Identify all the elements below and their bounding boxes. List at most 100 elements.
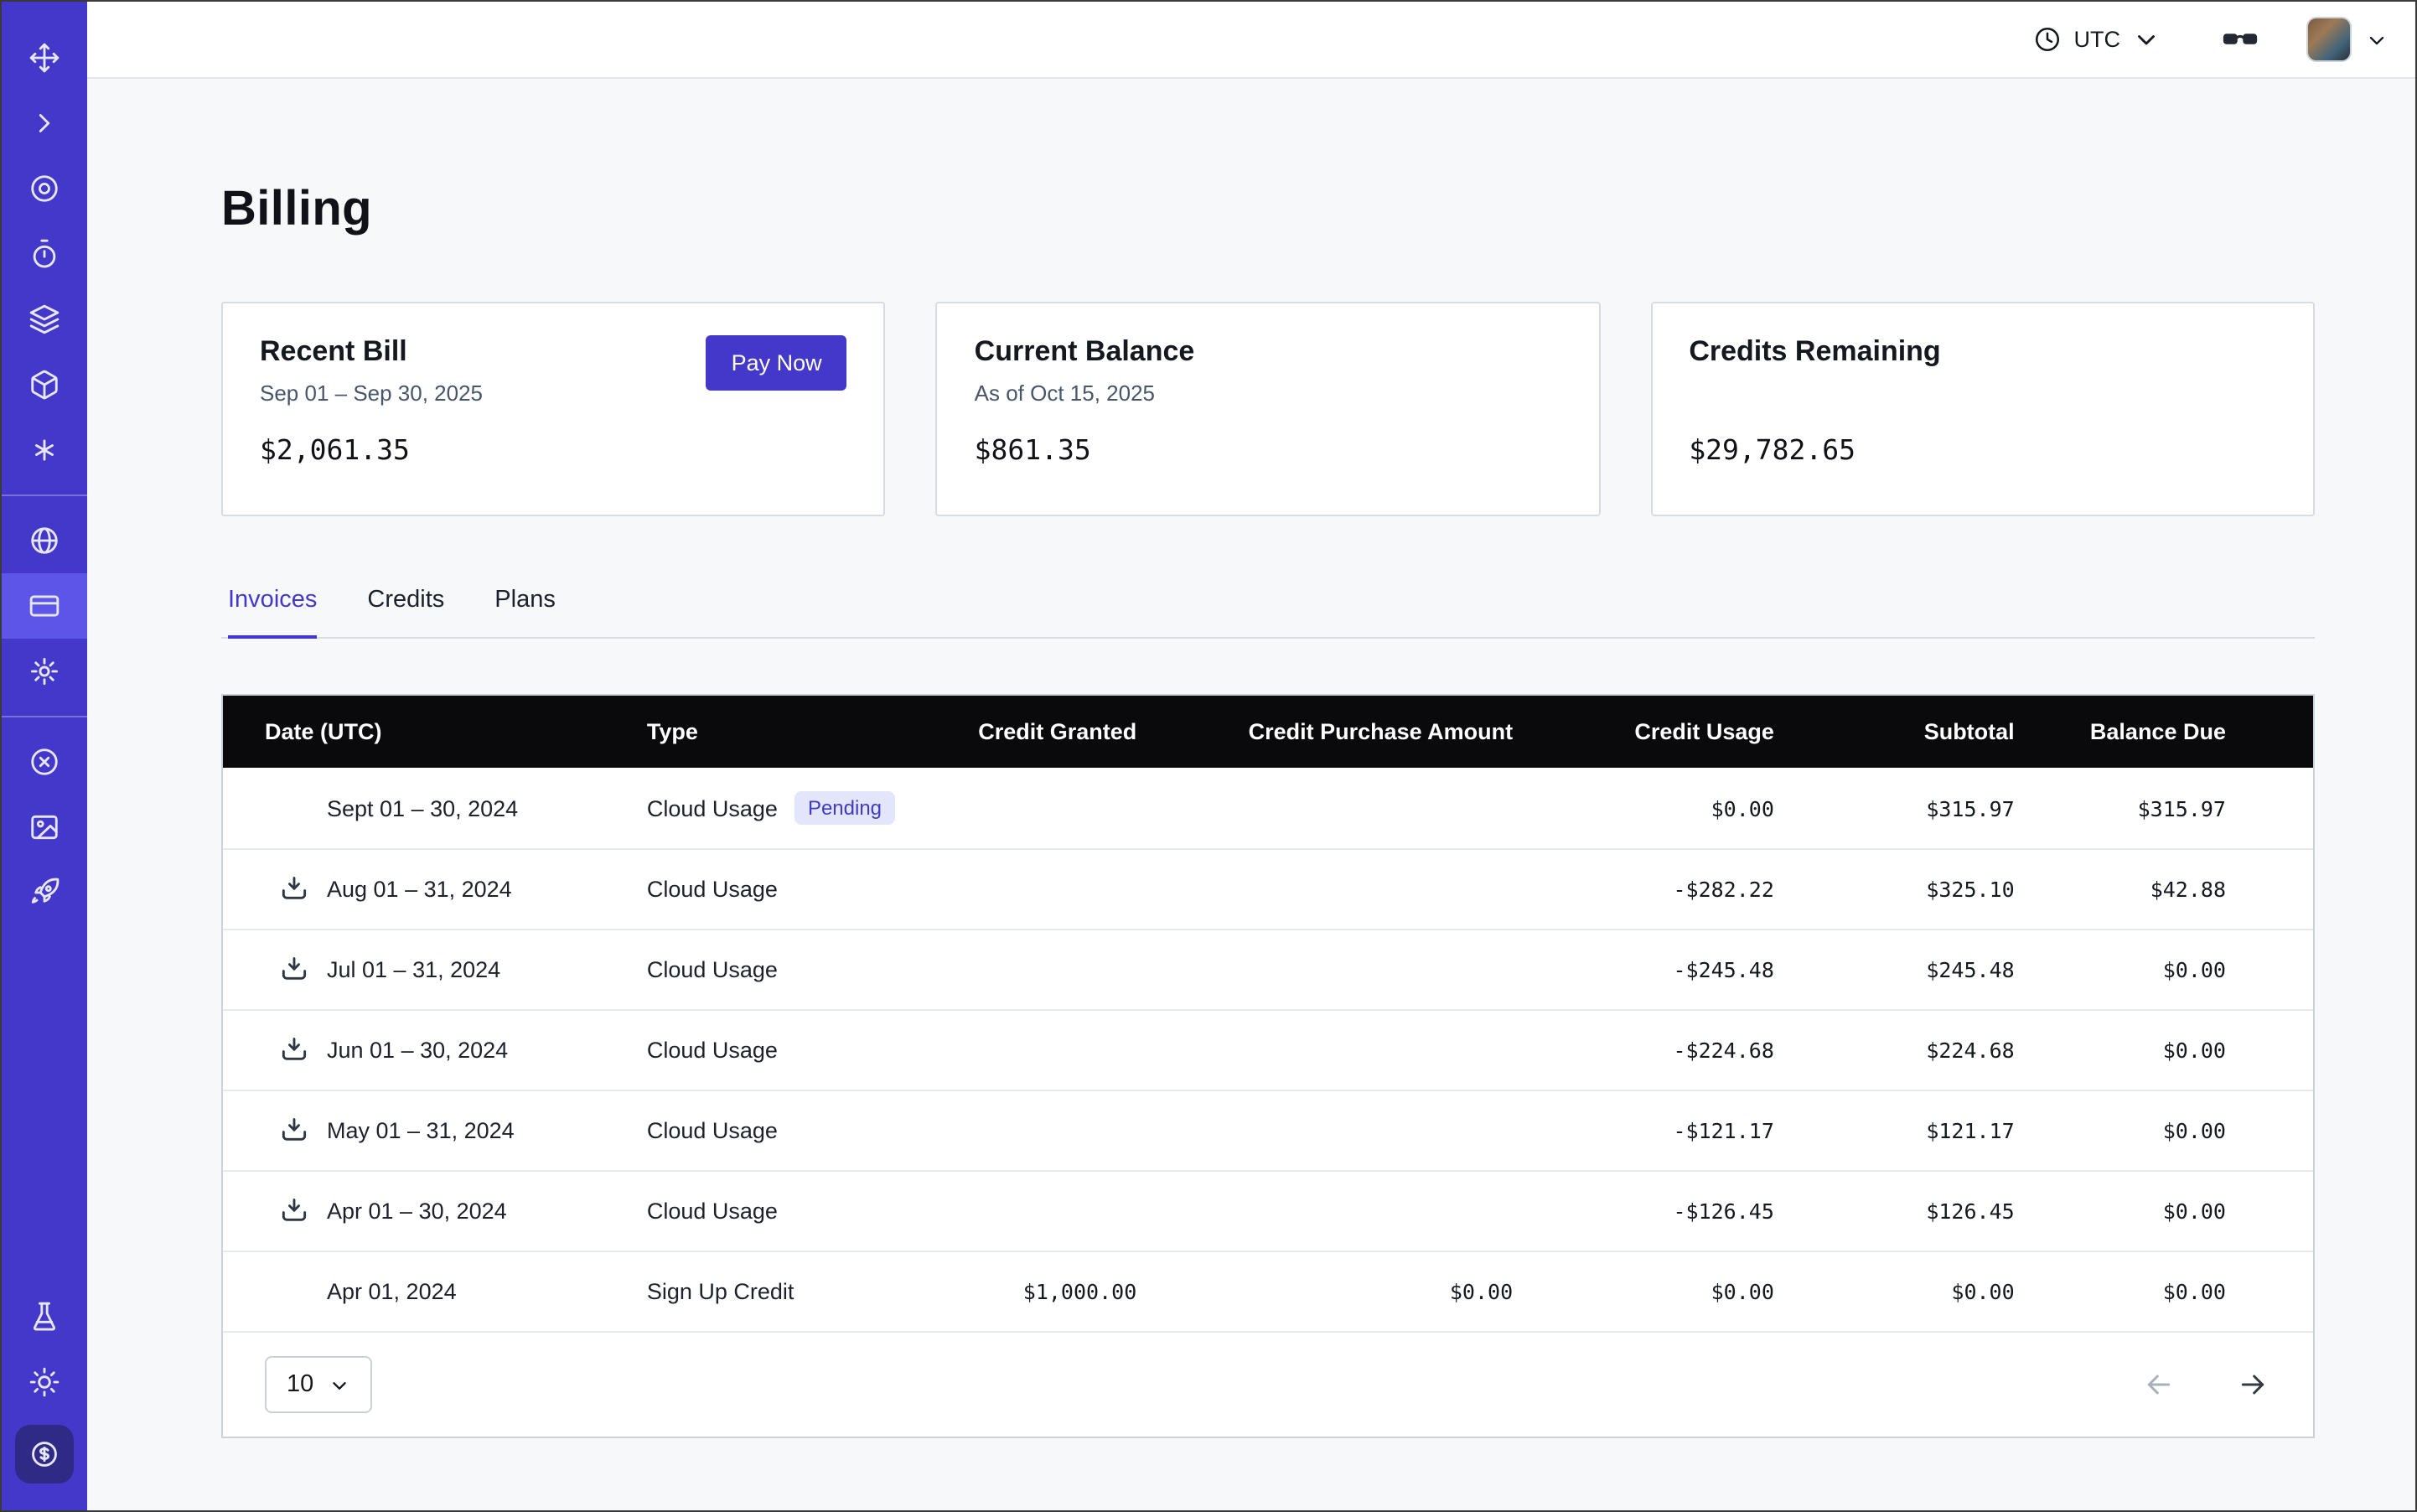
download-invoice-icon[interactable] — [278, 1034, 310, 1066]
cube-icon — [28, 369, 60, 401]
glasses-icon — [2221, 20, 2259, 59]
download-invoice-icon[interactable] — [278, 873, 310, 905]
table-footer: 10 — [223, 1331, 2313, 1437]
table-row: Jun 01 – 30, 2024 Cloud Usage -$224.68 $… — [223, 1010, 2313, 1090]
subtotal: $325.10 — [1801, 849, 2042, 929]
rocket-icon — [28, 877, 60, 909]
tab-credits[interactable]: Credits — [367, 587, 444, 639]
download-invoice-icon[interactable] — [278, 1195, 310, 1227]
sidebar-divider — [2, 716, 87, 717]
card-title: Credits Remaining — [1689, 335, 2276, 369]
sidebar-item-timer[interactable] — [2, 221, 87, 287]
topbar: UTC — [87, 2, 2415, 79]
balance-due: $0.00 — [2042, 1010, 2313, 1090]
sidebar-item-labs[interactable] — [2, 1284, 87, 1349]
credits-remaining-card: Credits Remaining $29,782.65 — [1650, 302, 2315, 516]
sidebar-item-usage[interactable] — [15, 1425, 74, 1484]
pay-now-button[interactable]: Pay Now — [706, 335, 847, 391]
balance-due: $0.00 — [2042, 1251, 2313, 1331]
page-title: Billing — [221, 183, 2315, 238]
subtotal: $126.45 — [1801, 1171, 2042, 1251]
credit-granted — [934, 1090, 1163, 1171]
timezone-selector[interactable]: UTC — [2034, 25, 2161, 54]
sidebar-item-circle-x[interactable] — [2, 729, 87, 795]
status-badge: Pending — [794, 791, 895, 825]
credit-purchase-amount — [1163, 1090, 1540, 1171]
credit-usage: -$224.68 — [1540, 1010, 1801, 1090]
asterisk-icon — [28, 434, 60, 466]
credits-remaining-amount: $29,782.65 — [1689, 434, 2276, 466]
user-menu-button[interactable] — [2365, 28, 2389, 51]
flask-icon — [28, 1301, 60, 1333]
table-row: Apr 01 – 30, 2024 Cloud Usage -$126.45 $… — [223, 1171, 2313, 1251]
credit-usage: $0.00 — [1540, 1251, 1801, 1331]
invoice-type: Cloud Usage — [620, 1171, 934, 1251]
column-header-type: Type — [620, 696, 934, 768]
sidebar-item-image[interactable] — [2, 795, 87, 860]
table-row: Sept 01 – 30, 2024 Cloud UsagePending $0… — [223, 768, 2313, 849]
tab-plans[interactable]: Plans — [494, 587, 556, 639]
table-header: Date (UTC) Type Credit Granted Credit Pu… — [223, 696, 2313, 768]
credit-purchase-amount — [1163, 849, 1540, 929]
invoice-type: Cloud Usage — [647, 795, 778, 821]
sidebar-item-asterisk[interactable] — [2, 417, 87, 483]
invoice-type: Cloud Usage — [620, 1090, 934, 1171]
chevron-down-icon — [329, 1374, 350, 1395]
radar-icon — [28, 173, 60, 205]
invoice-date: May 01 – 31, 2024 — [327, 1118, 515, 1143]
page-size-select[interactable]: 10 — [265, 1356, 372, 1413]
credit-purchase-amount: $0.00 — [1163, 1251, 1540, 1331]
page-size-value: 10 — [287, 1371, 313, 1398]
invoice-type: Cloud Usage — [620, 929, 934, 1010]
chevron-down-icon — [2132, 25, 2161, 54]
next-page-icon[interactable] — [2236, 1368, 2269, 1401]
sidebar-item-billing[interactable] — [2, 573, 87, 639]
credit-granted — [934, 929, 1163, 1010]
credit-usage: $0.00 — [1540, 768, 1801, 849]
invoice-type: Cloud Usage — [620, 849, 934, 929]
sidebar-item-theme[interactable] — [2, 1349, 87, 1415]
credit-granted — [934, 849, 1163, 929]
sidebar-item-globe[interactable] — [2, 508, 87, 573]
recent-bill-amount: $2,061.35 — [260, 434, 847, 466]
app-logo[interactable] — [2, 25, 87, 91]
sidebar-item-settings[interactable] — [2, 639, 87, 704]
reader-mode-toggle[interactable] — [2221, 20, 2259, 59]
invoice-date: Apr 01, 2024 — [327, 1279, 457, 1304]
download-invoice-icon[interactable] — [278, 1115, 310, 1147]
pagination-controls — [2142, 1368, 2269, 1401]
dollar-coin-icon — [28, 1438, 60, 1470]
sidebar-item-radar[interactable] — [2, 156, 87, 221]
invoice-date: Aug 01 – 31, 2024 — [327, 877, 512, 902]
main-area: UTC Billing Recent Bill Sep 01 – Sep 30,… — [87, 2, 2415, 1510]
globe-icon — [28, 525, 60, 557]
credit-granted: $1,000.00 — [934, 1251, 1163, 1331]
credit-purchase-amount — [1163, 1171, 1540, 1251]
sidebar-collapse-button[interactable] — [2, 91, 87, 156]
billing-content: Billing Recent Bill Sep 01 – Sep 30, 202… — [87, 79, 2415, 1478]
billing-tabs: Invoices Credits Plans — [221, 587, 2315, 639]
tab-invoices[interactable]: Invoices — [228, 587, 317, 639]
circle-x-icon — [28, 746, 60, 778]
avatar[interactable] — [2306, 17, 2352, 62]
sidebar — [2, 2, 87, 1510]
billing-screen: UTC Billing Recent Bill Sep 01 – Sep 30,… — [0, 0, 2417, 1512]
sidebar-item-cube[interactable] — [2, 352, 87, 417]
column-header-date: Date (UTC) — [223, 696, 620, 768]
table-row: Apr 01, 2024 Sign Up Credit $1,000.00 $0… — [223, 1251, 2313, 1331]
credit-granted — [934, 1171, 1163, 1251]
credit-purchase-amount — [1163, 1010, 1540, 1090]
table-row: Aug 01 – 31, 2024 Cloud Usage -$282.22 $… — [223, 849, 2313, 929]
summary-cards: Recent Bill Sep 01 – Sep 30, 2025 $2,061… — [221, 302, 2315, 516]
previous-page-icon[interactable] — [2142, 1368, 2176, 1401]
invoices-table: Date (UTC) Type Credit Granted Credit Pu… — [221, 694, 2315, 1438]
download-invoice-icon[interactable] — [278, 954, 310, 986]
timezone-label: UTC — [2074, 27, 2121, 52]
balance-due: $0.00 — [2042, 929, 2313, 1010]
sidebar-item-rocket[interactable] — [2, 860, 87, 925]
card-subtitle — [1689, 381, 2276, 407]
credit-granted — [934, 768, 1163, 849]
sidebar-item-layers[interactable] — [2, 287, 87, 352]
current-balance-amount: $861.35 — [975, 434, 1562, 466]
column-header-subtotal: Subtotal — [1801, 696, 2042, 768]
